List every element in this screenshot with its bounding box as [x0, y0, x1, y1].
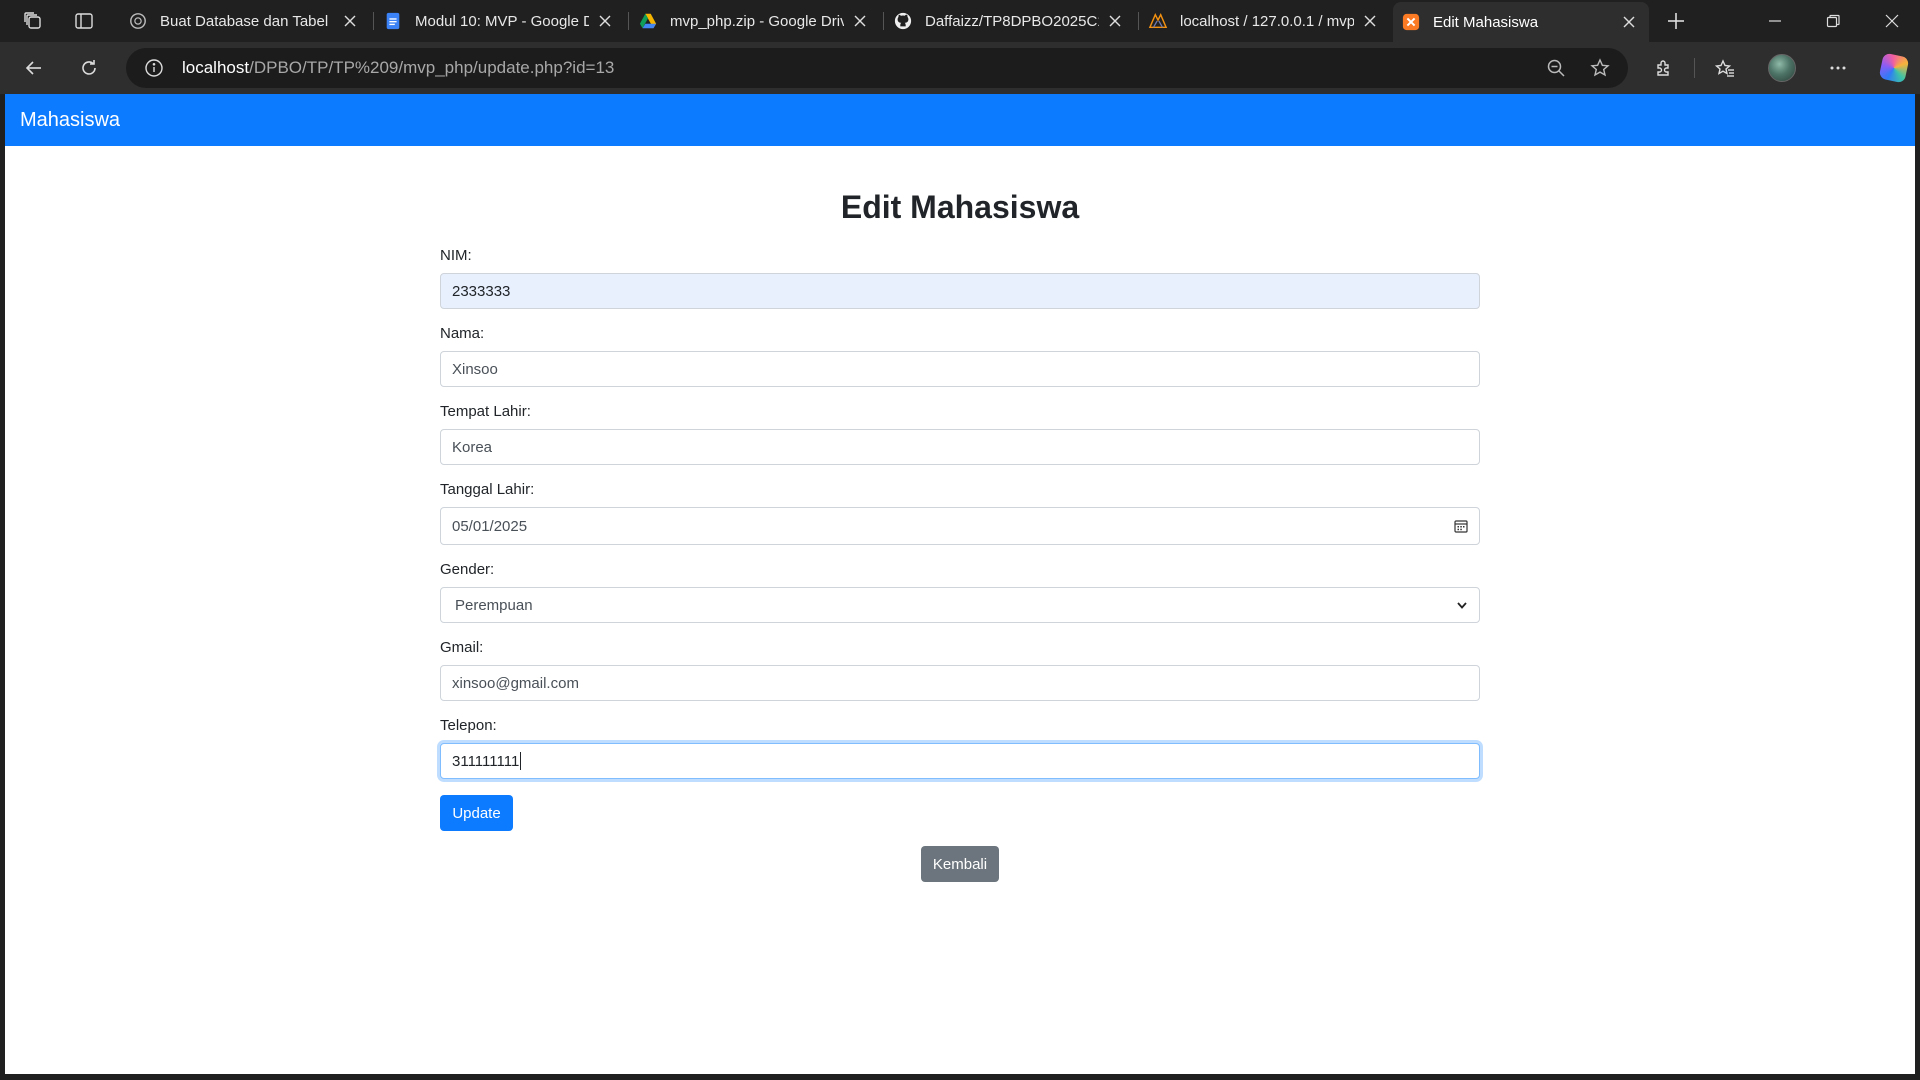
close-tab-icon[interactable] — [340, 11, 360, 31]
site-info-icon[interactable] — [132, 48, 176, 88]
close-tab-icon[interactable] — [1105, 11, 1125, 31]
tab-divider — [373, 12, 374, 30]
xampp-icon — [1401, 12, 1421, 32]
url-host: localhost — [182, 58, 250, 77]
nama-group: Nama: Xinsoo — [440, 325, 1480, 387]
favorite-star-icon[interactable] — [1582, 50, 1618, 86]
nim-input[interactable]: 2333333 — [440, 273, 1480, 309]
tanggal-lahir-group: Tanggal Lahir: 05/01/2025 — [440, 481, 1480, 545]
minimize-icon[interactable] — [1747, 0, 1803, 42]
navbar: Mahasiswa — [5, 94, 1915, 146]
avatar[interactable] — [1764, 50, 1800, 86]
browser-tab[interactable]: Buat Database dan Tabel — [120, 4, 370, 38]
window-bottom-edge — [0, 1074, 1920, 1080]
google-docs-icon — [383, 11, 403, 31]
tab-title: Buat Database dan Tabel — [160, 12, 329, 30]
extensions-icon[interactable] — [1646, 50, 1682, 86]
copilot-logo — [1878, 52, 1910, 84]
nama-value: Xinsoo — [452, 360, 498, 378]
page-title: Edit Mahasiswa — [840, 189, 1080, 225]
nim-value: 2333333 — [452, 282, 511, 300]
nim-group: NIM: 2333333 — [440, 247, 1480, 309]
browser-toolbar: localhost/DPBO/TP/TP%209/mvp_php/update.… — [0, 42, 1920, 94]
chevron-down-icon — [1456, 599, 1468, 611]
update-row: Update — [440, 795, 1480, 831]
gender-label: Gender: — [440, 561, 495, 578]
tab-title: Modul 10: MVP - Google Docs — [415, 12, 589, 30]
url-text[interactable]: localhost/DPBO/TP/TP%209/mvp_php/update.… — [182, 58, 614, 78]
tempat-lahir-group: Tempat Lahir: Korea — [440, 403, 1480, 465]
browser-tab-strip: Buat Database dan Tabel Modul 10: MVP - … — [0, 0, 1920, 42]
tempat-lahir-input[interactable]: Korea — [440, 429, 1480, 465]
tab-title: Daffaizz/TP8DPBO2025C1 — [925, 12, 1099, 30]
copilot-icon[interactable] — [1876, 50, 1912, 86]
tab-divider — [883, 12, 884, 30]
back-arrow-icon[interactable] — [16, 50, 52, 86]
back-row: Kembali — [440, 846, 1480, 882]
telepon-input[interactable]: 311111111 — [440, 743, 1480, 779]
tab-divider — [628, 12, 629, 30]
tab-title: Edit Mahasiswa — [1433, 13, 1539, 31]
gender-select[interactable]: Perempuan — [440, 587, 1480, 623]
telepon-label: Telepon: — [440, 717, 497, 734]
toolbar-divider — [1694, 58, 1695, 78]
gmail-group: Gmail: xinsoo@gmail.com — [440, 639, 1480, 701]
gmail-input[interactable]: xinsoo@gmail.com — [440, 665, 1480, 701]
tab-divider — [1138, 12, 1139, 30]
navbar-brand[interactable]: Mahasiswa — [20, 109, 120, 132]
address-bar[interactable]: localhost/DPBO/TP/TP%209/mvp_php/update.… — [126, 48, 1628, 88]
tempat-lahir-label: Tempat Lahir: — [440, 403, 531, 420]
edit-form-container: Edit Mahasiswa NIM: 2333333 Nama: Xinsoo… — [440, 146, 1480, 882]
calendar-icon[interactable] — [1454, 519, 1468, 533]
close-tab-icon[interactable] — [1360, 11, 1380, 31]
browser-tab[interactable]: mvp_php.zip - Google Drive — [630, 4, 880, 38]
gmail-value: xinsoo@gmail.com — [452, 674, 579, 692]
telepon-group: Telepon: 311111111 — [440, 717, 1480, 779]
tanggal-lahir-value: 05/01/2025 — [452, 517, 528, 535]
telepon-value: 311111111 — [452, 752, 520, 770]
page-viewport: Mahasiswa Edit Mahasiswa NIM: 2333333 Na… — [5, 94, 1915, 1074]
favorites-icon[interactable] — [1707, 50, 1743, 86]
update-button[interactable]: Update — [440, 795, 513, 831]
browser-tab[interactable]: localhost / 127.0.0.1 / mvp — [1140, 4, 1390, 38]
zoom-icon[interactable] — [1538, 50, 1574, 86]
browser-tab-active[interactable]: Edit Mahasiswa — [1393, 2, 1649, 42]
restore-icon[interactable] — [1805, 0, 1861, 42]
browser-tab[interactable]: Modul 10: MVP - Google Docs — [375, 4, 625, 38]
close-tab-icon[interactable] — [1619, 12, 1639, 32]
gmail-label: Gmail: — [440, 639, 484, 656]
tab-title: localhost / 127.0.0.1 / mvp — [1180, 12, 1354, 30]
gender-group: Gender: Perempuan — [440, 561, 1480, 623]
close-tab-icon[interactable] — [595, 11, 615, 31]
refresh-icon[interactable] — [71, 50, 107, 86]
tanggal-lahir-input[interactable]: 05/01/2025 — [440, 507, 1480, 545]
url-path: /DPBO/TP/TP%209/mvp_php/update.php?id=13 — [249, 58, 615, 77]
phpmyadmin-icon — [1148, 11, 1168, 31]
new-tab-icon[interactable] — [1659, 4, 1693, 38]
google-drive-icon — [638, 11, 658, 31]
profile-avatar — [1768, 54, 1796, 82]
nama-label: Nama: — [440, 325, 485, 342]
browser-tab[interactable]: Daffaizz/TP8DPBO2025C1 — [885, 4, 1135, 38]
tanggal-lahir-label: Tanggal Lahir: — [440, 481, 535, 498]
kembali-button[interactable]: Kembali — [921, 846, 999, 882]
chatgpt-icon — [128, 11, 148, 31]
nim-label: NIM: — [440, 247, 472, 264]
tab-actions-icon[interactable] — [67, 4, 101, 38]
text-cursor — [520, 752, 522, 770]
workspaces-icon[interactable] — [16, 4, 50, 38]
github-icon — [893, 11, 913, 31]
close-window-icon[interactable] — [1864, 0, 1920, 42]
gender-value: Perempuan — [455, 596, 533, 614]
nama-input[interactable]: Xinsoo — [440, 351, 1480, 387]
tab-title: mvp_php.zip - Google Drive — [670, 12, 844, 30]
more-options-icon[interactable] — [1820, 50, 1856, 86]
tempat-lahir-value: Korea — [452, 438, 493, 456]
close-tab-icon[interactable] — [850, 11, 870, 31]
